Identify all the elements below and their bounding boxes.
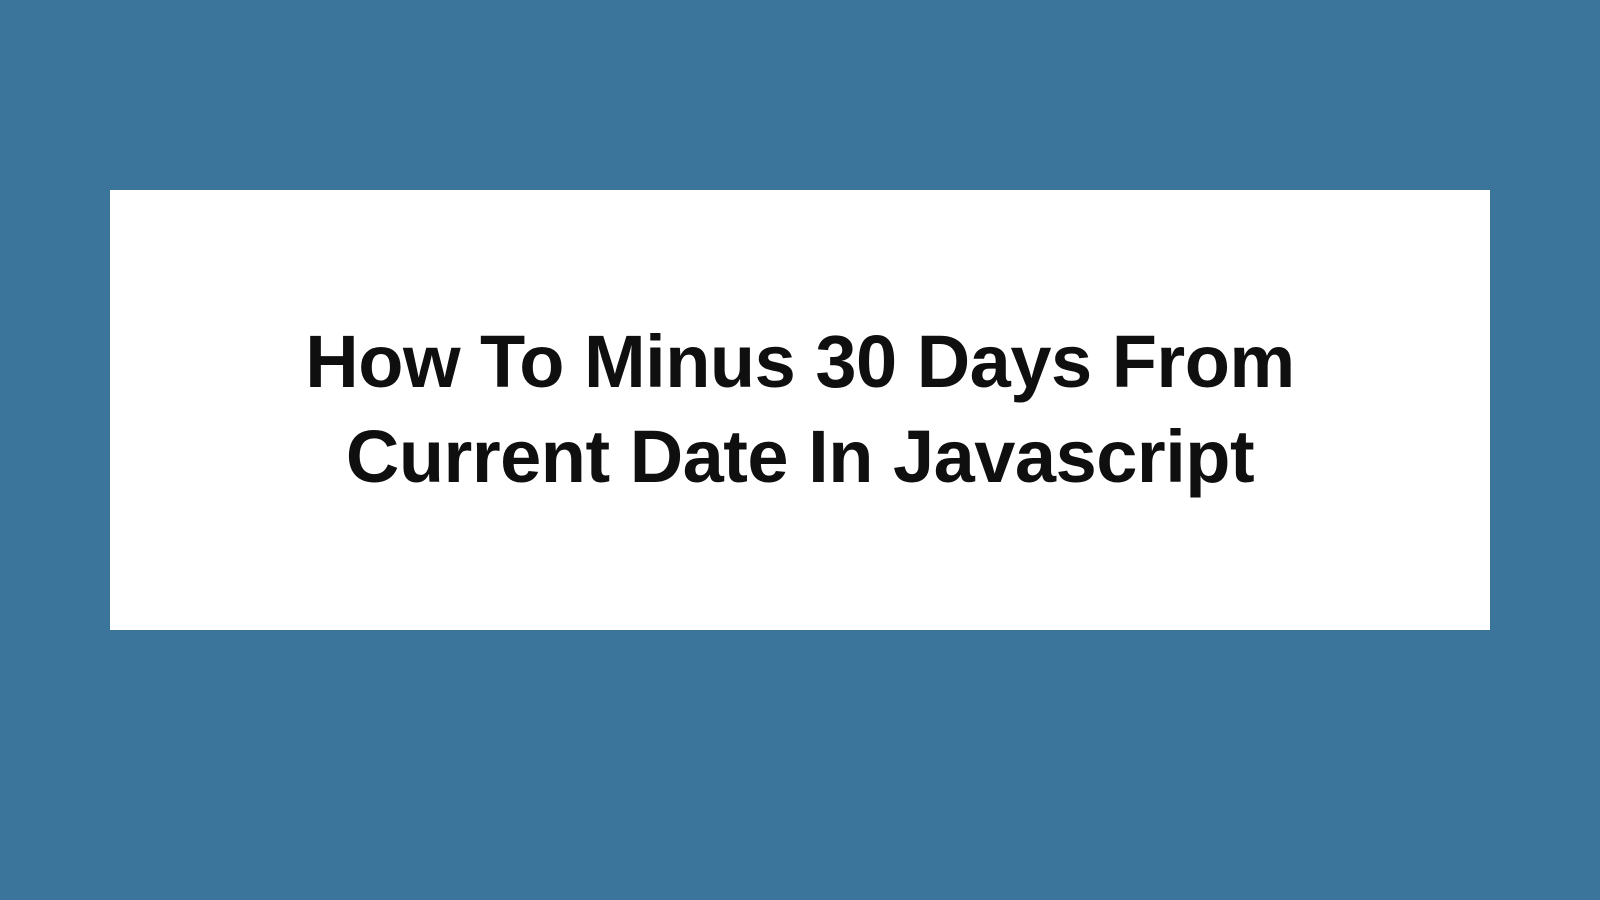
page-title: How To Minus 30 Days From Current Date I…	[190, 315, 1410, 504]
title-card: How To Minus 30 Days From Current Date I…	[110, 190, 1490, 630]
